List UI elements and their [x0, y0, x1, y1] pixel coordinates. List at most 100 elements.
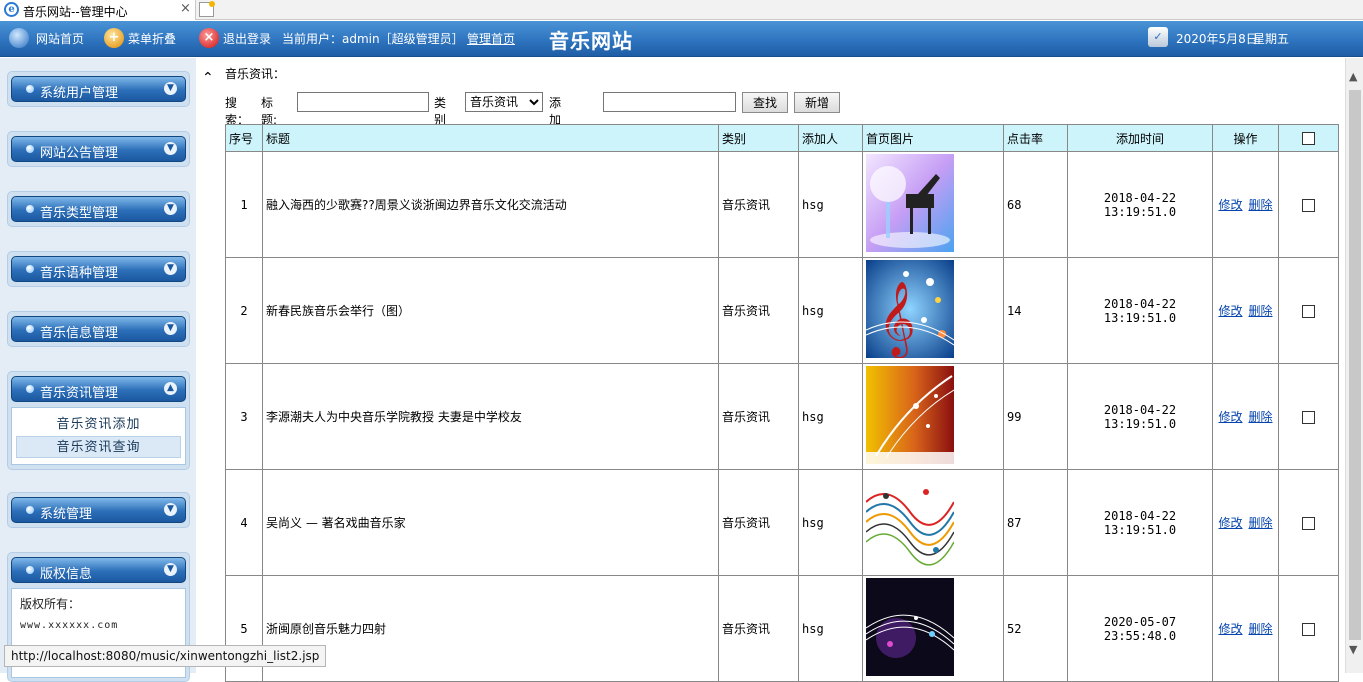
row-adder: hsg [798, 257, 863, 364]
edit-link[interactable]: 修改 [1218, 304, 1242, 318]
find-button[interactable]: 查找 [742, 92, 788, 113]
row-category: 音乐资讯 [718, 575, 799, 682]
menu-announcements: 网站公告管理 ▼ [7, 131, 190, 167]
row-image-cell: 𝄞 [862, 257, 1004, 364]
menu-header-music-types[interactable]: 音乐类型管理 ▼ [11, 196, 186, 222]
delete-link[interactable]: 删除 [1249, 410, 1273, 424]
row-category: 音乐资讯 [718, 363, 799, 470]
logout-link[interactable]: 退出登录 [223, 30, 271, 47]
admin-home-link[interactable]: 管理首页 [467, 30, 515, 47]
row-select-cell [1278, 151, 1339, 258]
scrollbar-thumb[interactable] [1349, 90, 1361, 640]
row-no: 4 [225, 469, 263, 576]
select-all-checkbox[interactable] [1302, 132, 1315, 145]
delete-link[interactable]: 删除 [1249, 304, 1273, 318]
row-checkbox[interactable] [1302, 304, 1315, 318]
row-checkbox[interactable] [1302, 410, 1315, 424]
chevron-up-icon: ▲ [164, 382, 177, 395]
menu-header-music-info[interactable]: 音乐信息管理 ▼ [11, 316, 186, 342]
close-tab-icon[interactable]: × [180, 1, 191, 16]
edit-link[interactable]: 修改 [1218, 622, 1242, 636]
row-time: 2018-04-22 13:19:51.0 [1067, 469, 1213, 576]
row-image-cell [862, 575, 1004, 682]
adder-search-input[interactable] [603, 92, 736, 112]
row-checkbox[interactable] [1302, 622, 1315, 636]
bullet-icon [26, 325, 34, 333]
menu-music-news: 音乐资讯管理 ▲ 音乐资讯添加 音乐资讯查询 [7, 371, 190, 470]
menu-label: 音乐信息管理 [40, 326, 119, 341]
status-url-tooltip: http://localhost:8080/music/xinwentongzh… [4, 645, 327, 667]
menu-header-copyright[interactable]: 版权信息 ▼ [11, 557, 186, 583]
add-button[interactable]: 新增 [794, 92, 840, 113]
row-checkbox[interactable] [1302, 516, 1315, 530]
row-time: 2018-04-22 13:19:51.0 [1067, 363, 1213, 470]
menu-label: 音乐语种管理 [40, 266, 119, 281]
menu-music-types: 音乐类型管理 ▼ [7, 191, 190, 227]
row-actions: 修改 删除 [1212, 363, 1279, 470]
bullet-icon [26, 205, 34, 213]
row-select-cell [1278, 363, 1339, 470]
new-tab-icon[interactable] [199, 1, 215, 17]
chevron-down-icon: ▼ [164, 82, 177, 95]
dark-notes-image [865, 578, 955, 676]
current-user-text: 当前用户：admin［超级管理员］ [282, 32, 464, 46]
row-time: 2018-04-22 13:19:51.0 [1067, 151, 1213, 258]
table-row: 2 新春民族音乐会举行（图） 音乐资讯 hsg 𝄞 14 2018-04-22 … [225, 257, 1339, 364]
piano-image [866, 154, 954, 252]
menu-music-languages: 音乐语种管理 ▼ [7, 251, 190, 287]
chevron-up-icon[interactable]: ⌃ [202, 70, 214, 86]
menu-label: 系统用户管理 [40, 86, 119, 101]
delete-link[interactable]: 删除 [1249, 622, 1273, 636]
col-header-clicks: 点击率 [1003, 124, 1068, 152]
submenu-item-news-add[interactable]: 音乐资讯添加 [16, 414, 181, 436]
row-checkbox[interactable] [1302, 198, 1315, 212]
logout-icon: × [199, 28, 219, 48]
chevron-down-icon: ▼ [164, 563, 177, 576]
collapse-strip[interactable]: ⌃ [198, 58, 218, 673]
menu-system-users: 系统用户管理 ▼ [7, 71, 190, 107]
title-search-input[interactable] [297, 92, 429, 112]
category-select[interactable]: 音乐资讯 [465, 92, 543, 112]
delete-link[interactable]: 删除 [1249, 516, 1273, 530]
row-time: 2018-04-22 13:19:51.0 [1067, 257, 1213, 364]
edit-link[interactable]: 修改 [1218, 198, 1242, 212]
title-label: 标题: [261, 96, 278, 127]
menu-toggle-link[interactable]: 菜单折叠 [128, 30, 176, 47]
vertical-scrollbar[interactable]: ▲ ▼ [1345, 58, 1363, 673]
table-row: 1 融入海西的少歌赛??周景义谈浙闽边界音乐文化交流活动 音乐资讯 hsg 68… [225, 151, 1339, 258]
delete-link[interactable]: 删除 [1249, 198, 1273, 212]
row-clicks: 99 [1003, 363, 1068, 470]
chevron-down-icon: ▼ [164, 503, 177, 516]
scroll-down-icon[interactable]: ▼ [1349, 643, 1357, 656]
menu-header-system[interactable]: 系统管理 ▼ [11, 497, 186, 523]
col-header-no: 序号 [225, 124, 263, 152]
col-header-title: 标题 [262, 124, 719, 152]
copyright-site: www.xxxxxx.com [20, 620, 119, 631]
edit-link[interactable]: 修改 [1218, 410, 1242, 424]
edit-link[interactable]: 修改 [1218, 516, 1242, 530]
bullet-icon [26, 506, 34, 514]
menu-header-system-users[interactable]: 系统用户管理 ▼ [11, 76, 186, 102]
browser-tab-strip: e 音乐网站--管理中心 × [0, 0, 1363, 20]
site-name: 音乐网站 [549, 29, 633, 53]
scroll-up-icon[interactable]: ▲ [1349, 70, 1357, 83]
row-adder: hsg [798, 151, 863, 258]
section-title: 音乐资讯： [225, 67, 286, 81]
home-link[interactable]: 网站首页 [36, 30, 84, 47]
menu-label: 音乐类型管理 [40, 206, 119, 221]
row-adder: hsg [798, 575, 863, 682]
tab-title: 音乐网站--管理中心 [23, 5, 128, 19]
treble-clef-image: 𝄞 [865, 260, 955, 359]
chevron-down-icon: ▼ [164, 262, 177, 275]
menu-header-music-languages[interactable]: 音乐语种管理 ▼ [11, 256, 186, 282]
row-no: 1 [225, 151, 263, 258]
row-category: 音乐资讯 [718, 257, 799, 364]
row-title: 新春民族音乐会举行（图） [262, 257, 719, 364]
menu-header-announcements[interactable]: 网站公告管理 ▼ [11, 136, 186, 162]
category-label: 类别 [434, 96, 447, 127]
browser-tab[interactable]: e 音乐网站--管理中心 × [0, 0, 196, 20]
row-select-cell [1278, 257, 1339, 364]
submenu-item-news-query[interactable]: 音乐资讯查询 [16, 436, 181, 458]
menu-header-music-news[interactable]: 音乐资讯管理 ▲ [11, 376, 186, 402]
row-image-cell [862, 151, 1004, 258]
